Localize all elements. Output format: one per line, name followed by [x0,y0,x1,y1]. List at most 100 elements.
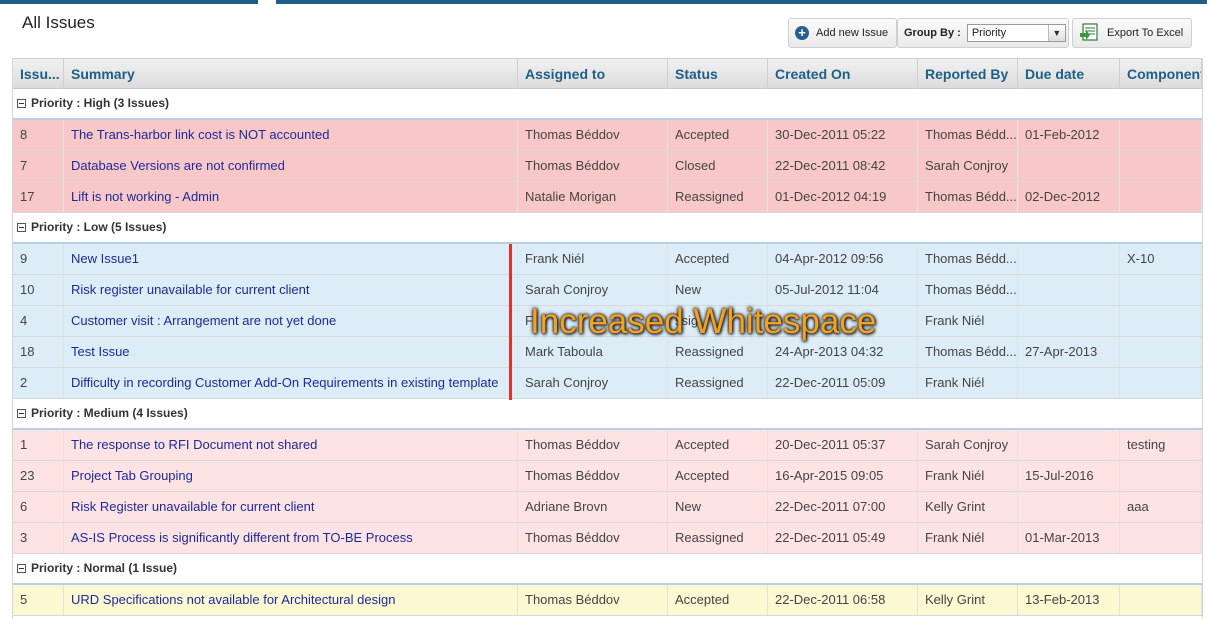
cell-due-date: 27-Apr-2013 [1018,337,1120,367]
grid-header: Issu... Summary Assigned to Status Created O… [13,58,1202,89]
group-row-medium[interactable]: Priority : Medium (4 Issues) [13,399,1202,430]
annotation-label: Increased Whitespace [530,302,877,341]
cell-issue-id: 8 [13,120,64,150]
cell-issue-id: 5 [13,585,64,615]
group-by-select[interactable]: Priority ▼ [966,24,1066,42]
cell-issue-id: 2 [13,368,64,398]
table-row[interactable]: 17 Lift is not working - Admin Natalie Mor… [13,182,1202,213]
cell-assigned-to: Adriane Brovn [518,492,668,522]
table-row[interactable]: 6 Risk Register unavailable for current c… [13,492,1202,523]
cell-reported-by: Thomas Bédd... [918,244,1018,274]
cell-assigned-to: Frank Niél [518,244,668,274]
cell-created-on: 22-Dec-2011 06:58 [768,585,918,615]
column-header-status[interactable]: Status [668,59,768,89]
cell-summary[interactable]: Lift is not working - Admin [64,182,518,212]
add-issue-label: Add new Issue [816,27,889,39]
chevron-down-icon[interactable]: ▼ [1047,25,1065,41]
cell-reported-by: Frank Niél [918,368,1018,398]
column-header-component[interactable]: Component [1120,59,1202,89]
cell-created-on: 04-Apr-2012 09:56 [768,244,918,274]
collapse-icon[interactable] [17,409,26,419]
plus-icon: + [795,26,809,40]
column-header-summary[interactable]: Summary [64,59,518,89]
cell-component [1120,337,1202,367]
cell-summary[interactable]: Risk register unavailable for current cl… [64,275,518,305]
cell-due-date [1018,275,1120,305]
cell-status: New [668,275,768,305]
cell-component [1120,368,1202,398]
cell-status: Reassigned [668,523,768,553]
cell-reported-by: Sarah Conjroy [918,430,1018,460]
cell-due-date [1018,244,1120,274]
cell-status: Reassigned [668,182,768,212]
cell-component [1120,275,1202,305]
cell-issue-id: 1 [13,430,64,460]
table-row[interactable]: 5 URD Specifications not available for Ar… [13,585,1202,616]
cell-created-on: 30-Dec-2011 05:22 [768,120,918,150]
cell-summary[interactable]: The response to RFI Document not shared [64,430,518,460]
column-header-issue-id[interactable]: Issu... [13,59,64,89]
cell-due-date: 13-Feb-2013 [1018,585,1120,615]
cell-reported-by: Thomas Bédd... [918,337,1018,367]
cell-summary[interactable]: AS-IS Process is significantly different… [64,523,518,553]
table-row[interactable]: 7 Database Versions are not confirmed Thom… [13,151,1202,182]
cell-assigned-to: Thomas Béddov [518,151,668,181]
export-excel-button[interactable]: Export To Excel [1072,18,1192,48]
cell-issue-id: 17 [13,182,64,212]
cell-component [1120,585,1202,615]
cell-reported-by: Frank Niél [918,461,1018,491]
table-row[interactable]: 1 The response to RFI Document not shared… [13,430,1202,461]
group-row-low[interactable]: Priority : Low (5 Issues) [13,213,1202,244]
cell-reported-by: Thomas Bédd... [918,275,1018,305]
collapse-icon[interactable] [17,223,26,233]
cell-issue-id: 7 [13,151,64,181]
add-issue-button[interactable]: + Add new Issue [788,18,897,48]
cell-summary[interactable]: Database Versions are not confirmed [64,151,518,181]
cell-created-on: 22-Dec-2011 05:49 [768,523,918,553]
cell-reported-by: Thomas Bédd... [918,182,1018,212]
top-bar-left [0,0,258,4]
group-label: Priority : Medium (4 Issues) [31,406,188,420]
group-row-normal[interactable]: Priority : Normal (1 Issue) [13,554,1202,585]
cell-summary[interactable]: New Issue1 [64,244,518,274]
cell-status: Closed [668,151,768,181]
column-header-created-on[interactable]: Created On [768,59,918,89]
group-by-control: Group By : Priority ▼ [897,18,1069,48]
cell-summary[interactable]: Test Issue [64,337,518,367]
cell-issue-id: 3 [13,523,64,553]
cell-issue-id: 6 [13,492,64,522]
collapse-icon[interactable] [17,564,26,574]
cell-summary[interactable]: Project Tab Grouping [64,461,518,491]
annotation-marker-line [509,244,512,400]
cell-status: Accepted [668,430,768,460]
cell-due-date: 01-Feb-2012 [1018,120,1120,150]
cell-component: testing [1120,430,1202,460]
cell-summary[interactable]: The Trans-harbor link cost is NOT accoun… [64,120,518,150]
table-row[interactable]: 9 New Issue1 Frank Niél Accepted 04-Apr-2012… [13,244,1202,275]
cell-created-on: 22-Dec-2011 07:00 [768,492,918,522]
table-row[interactable]: 3 AS-IS Process is significantly differen… [13,523,1202,554]
page-title: All Issues [22,13,95,32]
cell-summary[interactable]: Difficulty in recording Customer Add-On … [64,368,518,398]
cell-assigned-to: Sarah Conjroy [518,275,668,305]
column-header-due-date[interactable]: Due date [1018,59,1120,89]
column-header-reported-by[interactable]: Reported By [918,59,1018,89]
cell-summary[interactable]: Risk Register unavailable for current cl… [64,492,518,522]
cell-reported-by: Frank Niél [918,306,1018,336]
table-row[interactable]: 2 Difficulty in recording Customer Add-On… [13,368,1202,399]
cell-summary[interactable]: URD Specifications not available for Arc… [64,585,518,615]
cell-assigned-to: Sarah Conjroy [518,368,668,398]
cell-status: New [668,492,768,522]
cell-assigned-to: Natalie Morigan [518,182,668,212]
table-row[interactable]: 8 The Trans-harbor link cost is NOT accou… [13,120,1202,151]
table-row[interactable]: 23 Project Tab Grouping Thomas Béddov Accep… [13,461,1202,492]
cell-component [1120,182,1202,212]
cell-created-on: 22-Dec-2011 08:42 [768,151,918,181]
cell-created-on: 01-Dec-2012 04:19 [768,182,918,212]
group-by-value: Priority [971,27,1007,39]
collapse-icon[interactable] [17,99,26,109]
group-row-high[interactable]: Priority : High (3 Issues) [13,89,1202,120]
cell-summary[interactable]: Customer visit : Arrangement are not yet… [64,306,518,336]
column-header-assigned-to[interactable]: Assigned to [518,59,668,89]
cell-status: Accepted [668,244,768,274]
